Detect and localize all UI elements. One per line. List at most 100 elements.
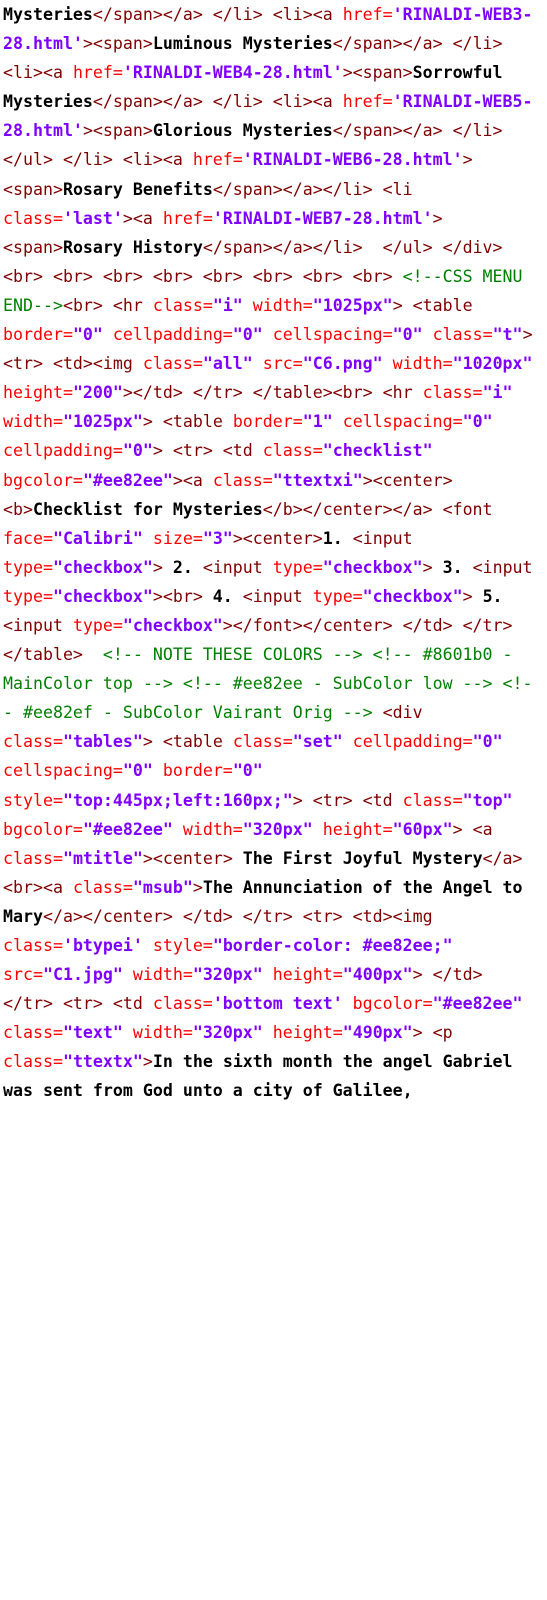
- text-content-token: The First Joyful Mystery: [232, 848, 483, 868]
- html-tag-token: > <p: [412, 1023, 463, 1043]
- attribute-name-token: class=: [3, 936, 63, 955]
- attribute-name-token: border=: [3, 325, 73, 345]
- attribute-name-token: class=: [152, 994, 213, 1014]
- attribute-name-token: class=: [72, 877, 133, 897]
- attribute-name-token: type=: [312, 586, 363, 606]
- attribute-name-token: width=: [122, 965, 193, 985]
- text-content-token: 5.: [472, 586, 513, 606]
- text-content-token: 2.: [162, 557, 203, 577]
- attribute-value-token: "#ee82ee": [82, 819, 173, 839]
- attribute-value-token: "1025px": [62, 412, 143, 432]
- attribute-name-token: class=: [422, 383, 483, 403]
- html-tag-token: ><center>: [142, 848, 233, 868]
- attribute-value-token: "all": [202, 354, 253, 374]
- attribute-name-token: href=: [162, 208, 213, 228]
- text-content-token: 1.: [322, 528, 353, 548]
- attribute-value-token: "checkbox": [52, 586, 153, 606]
- html-tag-token: >: [422, 557, 433, 577]
- attribute-value-token: "60px": [392, 819, 453, 839]
- html-tag-token: </a></center> </td> </tr> <tr> <td><img: [42, 906, 443, 926]
- html-tag-token: >: [152, 557, 163, 577]
- attribute-value-token: "320px": [242, 819, 313, 839]
- attribute-name-token: class=: [3, 848, 63, 868]
- attribute-value-token: 'bottom text': [212, 994, 343, 1014]
- attribute-name-token: class=: [3, 208, 63, 228]
- attribute-value-token: "i": [482, 383, 513, 403]
- attribute-name-token: href=: [192, 150, 243, 170]
- html-tag-token: </b></center></a> <font: [262, 499, 503, 519]
- text-content-token: 3.: [432, 557, 473, 577]
- attribute-name-token: href=: [342, 5, 393, 24]
- attribute-value-token: "checkbox": [362, 586, 463, 606]
- attribute-value-token: "1": [302, 412, 333, 432]
- attribute-value-token: "text": [62, 1023, 123, 1043]
- attribute-value-token: "200": [72, 383, 123, 403]
- attribute-value-token: 'RINALDI-WEB7-28.html': [212, 208, 433, 228]
- html-tag-token: > <table: [142, 412, 233, 432]
- attribute-value-token: "Calibri": [52, 528, 143, 548]
- attribute-name-token: type=: [3, 557, 53, 577]
- html-tag-token: </span></a></li> <li: [212, 179, 423, 199]
- attribute-value-token: "border-color: #ee82ee;": [212, 936, 453, 955]
- attribute-value-token: "400px": [342, 965, 413, 985]
- attribute-name-token: face=: [3, 528, 53, 548]
- attribute-name-token: href=: [72, 63, 123, 83]
- html-tag-token: <input: [202, 557, 273, 577]
- text-content-token: Checklist for Mysteries: [32, 499, 263, 519]
- text-content-token: Luminous Mysteries: [152, 34, 333, 54]
- attribute-value-token: "1025px": [312, 295, 393, 315]
- html-tag-token: ></td> </tr> </table><br> <hr: [122, 383, 423, 403]
- text-content-token: Rosary Benefits: [62, 179, 213, 199]
- html-tag-token: <input: [242, 586, 313, 606]
- html-tag-token: </span></a> </li> <li><a: [92, 5, 343, 24]
- attribute-value-token: "#ee82ee": [432, 994, 523, 1014]
- text-content-token: Glorious Mysteries: [152, 121, 333, 141]
- attribute-value-token: "checklist": [322, 441, 433, 461]
- html-tag-token: ><a: [122, 208, 163, 228]
- attribute-name-token: class=: [152, 295, 213, 315]
- attribute-value-token: "3": [202, 528, 233, 548]
- attribute-value-token: "ttextxi": [272, 470, 363, 490]
- attribute-name-token: cellpadding=: [102, 325, 233, 345]
- attribute-value-token: "t": [492, 325, 523, 345]
- attribute-value-token: "i": [212, 295, 243, 315]
- attribute-name-token: size=: [142, 528, 203, 548]
- attribute-name-token: class=: [142, 354, 203, 374]
- html-tag-token: </span></a> </li> <li><a: [92, 92, 343, 112]
- html-tag-token: ><span>: [82, 34, 153, 54]
- html-tag-token: ><br>: [152, 586, 203, 606]
- html-source-view: Mysteries</span></a> </li> <li><a href='…: [0, 0, 547, 1106]
- html-tag-token: <br> <hr: [62, 295, 153, 315]
- attribute-value-token: "mtitle": [62, 848, 143, 868]
- attribute-value-token: "checkbox": [52, 557, 153, 577]
- attribute-name-token: type=: [72, 615, 123, 635]
- attribute-value-token: "checkbox": [122, 615, 223, 635]
- attribute-value-token: "0": [392, 325, 423, 345]
- html-tag-token: ><span>: [342, 63, 413, 83]
- attribute-name-token: border=: [152, 761, 233, 781]
- html-tag-token: <div: [372, 703, 433, 723]
- attribute-value-token: "tables": [62, 732, 143, 752]
- text-content-token: Rosary History: [62, 237, 203, 257]
- text-content-token: Mysteries: [3, 5, 93, 24]
- attribute-value-token: "320px": [192, 1023, 263, 1043]
- attribute-name-token: class=: [3, 1052, 63, 1072]
- attribute-value-token: 'btypei': [62, 936, 143, 955]
- attribute-value-token: "320px": [192, 965, 263, 985]
- attribute-name-token: width=: [242, 295, 313, 315]
- attribute-value-token: "set": [292, 732, 343, 752]
- html-tag-token: ><span>: [82, 121, 153, 141]
- attribute-name-token: type=: [272, 557, 323, 577]
- attribute-value-token: "C1.jpg": [42, 965, 123, 985]
- attribute-name-token: cellspacing=: [262, 325, 393, 345]
- attribute-value-token: "top": [462, 790, 513, 810]
- attribute-value-token: "checkbox": [322, 557, 423, 577]
- attribute-value-token: "ttextx": [62, 1052, 143, 1072]
- attribute-value-token: "0": [472, 732, 503, 752]
- html-tag-token: > <table: [142, 732, 233, 752]
- attribute-name-token: height=: [312, 819, 393, 839]
- attribute-value-token: "0": [122, 441, 153, 461]
- attribute-value-token: "0": [232, 325, 263, 345]
- text-content-token: 4.: [202, 586, 243, 606]
- html-tag-token: <input: [472, 557, 543, 577]
